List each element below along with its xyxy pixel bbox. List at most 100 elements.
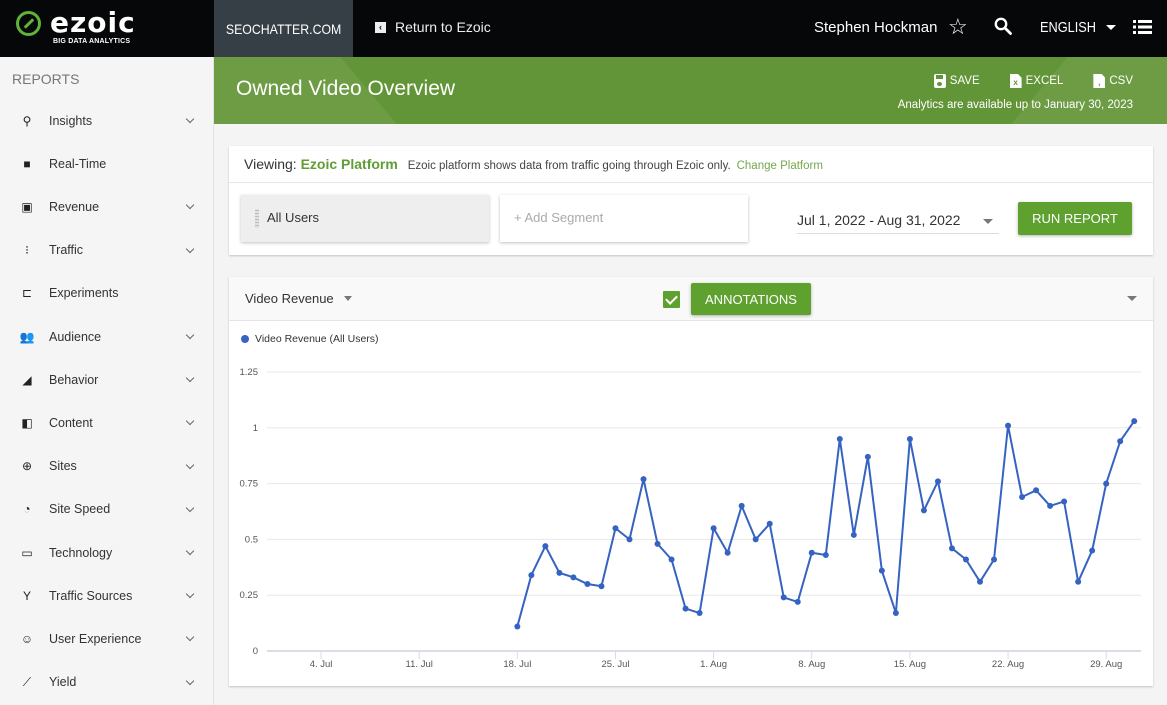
data-point[interactable]: [780, 594, 787, 601]
sidebar-item-site-speed[interactable]: ◔ Site Speed: [0, 488, 214, 531]
data-point[interactable]: [822, 552, 829, 559]
data-point[interactable]: [794, 598, 801, 605]
chevron-down-icon[interactable]: [185, 676, 195, 685]
data-point[interactable]: [1047, 502, 1054, 509]
sidebar-item-label: Site Speed: [49, 502, 111, 517]
sidebar-item-sites[interactable]: ⊕ Sites: [0, 445, 214, 488]
data-point[interactable]: [1075, 578, 1082, 585]
csv-export-button[interactable]: , CSV: [1093, 74, 1133, 88]
add-segment-button[interactable]: + Add Segment: [500, 195, 748, 242]
data-point[interactable]: [1005, 422, 1012, 429]
data-point[interactable]: [962, 556, 969, 563]
chevron-down-icon[interactable]: [185, 460, 195, 469]
user-name[interactable]: Stephen Hockman: [814, 19, 937, 36]
data-point[interactable]: [766, 520, 773, 527]
data-point[interactable]: [920, 507, 927, 514]
sidebar-item-audience[interactable]: 👥 Audience: [0, 315, 214, 358]
data-point[interactable]: [738, 502, 745, 509]
data-point[interactable]: [1089, 547, 1096, 554]
sidebar-item-behavior[interactable]: ◢ Behavior: [0, 358, 214, 401]
sidebar-item-real-time[interactable]: ■ Real-Time: [0, 142, 214, 185]
caret-down-icon: [983, 219, 993, 224]
sidebar-item-user-experience[interactable]: ☺ User Experience: [0, 617, 214, 660]
data-point[interactable]: [682, 605, 689, 612]
ezoic-logo-icon: [16, 11, 41, 36]
excel-export-button[interactable]: x EXCEL: [1009, 74, 1064, 88]
logo-tagline: BIG DATA ANALYTICS: [53, 38, 131, 45]
sidebar-item-insights[interactable]: ⚲ Insights: [0, 99, 214, 142]
data-point[interactable]: [654, 540, 661, 547]
star-icon[interactable]: ☆: [948, 14, 968, 40]
ezoic-logo[interactable]: ezoic BIG DATA ANALYTICS: [16, 6, 146, 48]
list-menu-icon[interactable]: [1133, 19, 1152, 35]
data-point[interactable]: [542, 543, 549, 550]
sidebar-item-content[interactable]: ◧ Content: [0, 401, 214, 444]
chart-card: Video Revenue ANNOTATIONS Video Revenue …: [229, 277, 1153, 686]
data-point[interactable]: [1103, 480, 1110, 487]
data-point[interactable]: [878, 567, 885, 574]
chevron-left-icon: ‹: [375, 21, 386, 33]
data-point[interactable]: [570, 574, 577, 581]
chevron-down-icon[interactable]: [185, 244, 195, 253]
data-point[interactable]: [612, 525, 619, 532]
chevron-down-icon[interactable]: [185, 330, 195, 340]
sidebar-item-technology[interactable]: ▭ Technology: [0, 531, 214, 574]
site-selector-tab[interactable]: SEOCHATTER.COM: [214, 0, 353, 57]
chevron-down-icon[interactable]: [185, 201, 195, 210]
data-point[interactable]: [991, 556, 998, 563]
chevron-down-icon[interactable]: [185, 589, 195, 599]
data-point[interactable]: [752, 536, 759, 543]
segment-all-users[interactable]: All Users: [241, 195, 489, 242]
excel-label: EXCEL: [1025, 75, 1064, 87]
chevron-down-icon[interactable]: [185, 373, 195, 383]
data-point[interactable]: [640, 476, 647, 483]
data-point[interactable]: [528, 572, 535, 579]
sidebar-item-label: Yield: [49, 675, 77, 690]
data-point[interactable]: [864, 453, 871, 460]
data-point[interactable]: [724, 549, 731, 556]
data-point[interactable]: [934, 478, 941, 485]
data-point[interactable]: [892, 610, 899, 617]
data-point[interactable]: [598, 583, 605, 590]
date-range-picker[interactable]: Jul 1, 2022 - Aug 31, 2022: [797, 212, 999, 234]
save-button[interactable]: SAVE: [933, 74, 980, 88]
data-point[interactable]: [556, 569, 563, 576]
area-chart-icon: ◢: [22, 372, 32, 387]
sidebar-item-traffic-sources[interactable]: Y Traffic Sources: [0, 574, 214, 617]
run-report-button[interactable]: RUN REPORT: [1018, 202, 1132, 235]
chevron-down-icon[interactable]: [185, 114, 195, 124]
data-point[interactable]: [626, 536, 633, 543]
language-dropdown[interactable]: ENGLISH: [1040, 19, 1116, 36]
drag-handle-icon[interactable]: [255, 209, 259, 228]
data-point[interactable]: [1033, 487, 1040, 494]
data-point[interactable]: [696, 610, 703, 617]
segment-label: All Users: [267, 210, 320, 225]
data-point[interactable]: [1131, 418, 1138, 425]
chevron-down-icon[interactable]: [185, 503, 195, 513]
data-point[interactable]: [808, 549, 815, 556]
sidebar-item-traffic[interactable]: ⁝ Traffic: [0, 229, 214, 272]
sidebar-item-revenue[interactable]: ▣ Revenue: [0, 185, 214, 228]
data-point[interactable]: [584, 581, 591, 588]
data-point[interactable]: [1019, 493, 1026, 500]
caret-down-icon: [1105, 25, 1116, 30]
chevron-down-icon[interactable]: [185, 546, 195, 556]
chevron-down-icon[interactable]: [185, 417, 195, 426]
y-tick-label: 0.5: [245, 534, 258, 545]
data-point[interactable]: [977, 578, 983, 585]
data-point[interactable]: [710, 525, 717, 532]
data-point[interactable]: [1061, 498, 1068, 505]
data-point[interactable]: [514, 623, 521, 630]
return-to-ezoic-link[interactable]: ‹ Return to Ezoic: [375, 19, 491, 35]
chevron-down-icon[interactable]: [185, 633, 195, 642]
search-icon[interactable]: [994, 17, 1012, 35]
data-point[interactable]: [906, 435, 913, 442]
data-point[interactable]: [668, 556, 675, 563]
data-point[interactable]: [1117, 438, 1124, 445]
sidebar-item-experiments[interactable]: ⊏ Experiments: [0, 272, 214, 315]
sidebar-item-yield[interactable]: ⟋ Yield: [0, 661, 214, 704]
data-point[interactable]: [836, 435, 843, 442]
data-point[interactable]: [850, 531, 857, 538]
data-point[interactable]: [948, 545, 955, 552]
change-platform-link[interactable]: Change Platform: [737, 160, 823, 172]
